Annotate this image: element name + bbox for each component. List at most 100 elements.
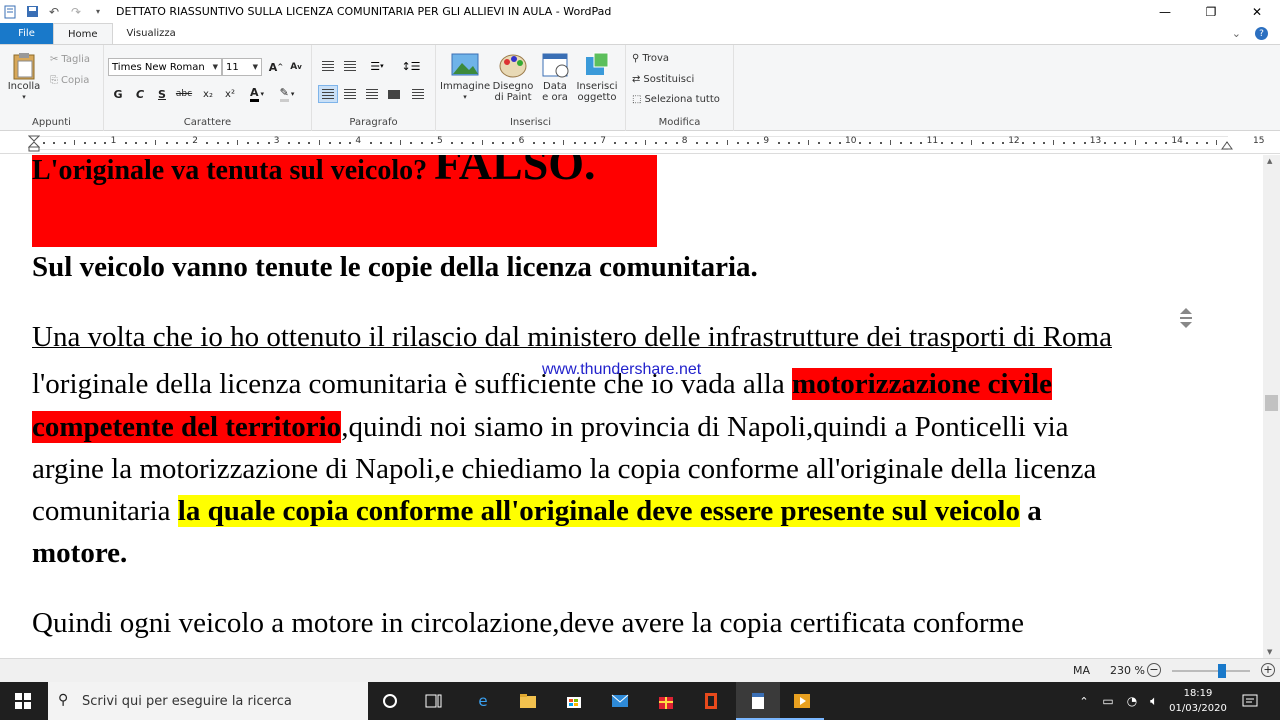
doc-line: Una volta che io ho ottenuto il rilascio… — [32, 321, 1112, 353]
cortana-icon[interactable] — [380, 691, 400, 711]
image-icon — [450, 51, 480, 79]
mail-icon[interactable] — [610, 691, 630, 711]
ruler-tick — [645, 140, 646, 145]
wifi-icon[interactable]: ◔ — [1122, 691, 1142, 711]
ruler-tick — [73, 140, 75, 145]
cut-label: Taglia — [61, 54, 91, 65]
decrease-indent-button[interactable] — [318, 57, 338, 75]
shrink-font-button[interactable]: Av — [286, 58, 306, 76]
underline-button[interactable]: S — [152, 85, 172, 103]
strikethrough-button[interactable]: abc — [174, 85, 194, 103]
taskbar-search[interactable]: ⚲ Scrivi qui per eseguire la ricerca — [48, 682, 368, 720]
close-button[interactable]: ✕ — [1234, 0, 1280, 23]
find-button[interactable]: ⚲ Trova — [632, 53, 669, 64]
doc-line: comunitaria la quale copia conforme all'… — [32, 490, 1042, 532]
redo-icon[interactable]: ↷ — [68, 4, 84, 20]
zoom-out-button[interactable]: − — [1147, 663, 1161, 677]
line-spacing-button[interactable]: ↕☰ — [398, 57, 424, 75]
restore-button[interactable]: ❐ — [1188, 0, 1234, 23]
ruler-tick — [981, 142, 984, 144]
windows-start-icon[interactable] — [13, 691, 33, 711]
zoom-in-button[interactable]: + — [1261, 663, 1275, 677]
group-edit: ⚲ Trova ⇄ Sostituisci ⬚ Seleziona tutto Mod… — [626, 45, 734, 131]
clipboard-icon — [9, 51, 39, 80]
binoculars-icon: ⚲ — [632, 53, 640, 64]
paste-dropdown-icon[interactable]: ▾ — [4, 92, 44, 103]
tab-view[interactable]: Visualizza — [113, 23, 190, 44]
scroll-down-icon[interactable]: ▼ — [1267, 648, 1272, 656]
ruler-number: 14 — [1171, 136, 1183, 146]
ruler-tick — [1114, 142, 1117, 144]
font-size-select[interactable]: 11 ▼ — [222, 58, 262, 76]
group-font: Times New Roman ▼ 11 ▼ A ^ Av G C S abc x₂ … — [104, 45, 312, 131]
doc-text-span: ,quindi noi siamo in provincia di Napoli… — [341, 411, 1069, 443]
scroll-thumb[interactable] — [1265, 395, 1278, 411]
object-label-1: Inserisci — [576, 81, 618, 92]
wordpad-app-icon[interactable] — [2, 4, 18, 20]
ruler-tick — [777, 142, 780, 144]
task-view-icon[interactable] — [424, 691, 444, 711]
customize-qat-icon[interactable]: ▾ — [90, 4, 106, 20]
bold-button[interactable]: G — [108, 85, 128, 103]
network-icon[interactable]: ▭ — [1098, 691, 1118, 711]
grow-font-button[interactable]: A ^ — [266, 58, 286, 76]
subscript-button[interactable]: x₂ — [198, 85, 218, 103]
select-all-button[interactable]: ⬚ Seleziona tutto — [632, 94, 720, 105]
ruler[interactable]: 1 2 3 4 5 6 7 8 9 10 11 12 13 14 15 — [0, 132, 1280, 154]
notifications-icon[interactable] — [1240, 691, 1260, 711]
taskbar-wordpad-active[interactable] — [736, 682, 780, 720]
justify-button[interactable] — [384, 85, 404, 103]
bullets-button[interactable]: ☰ ▾ — [364, 57, 390, 75]
superscript-button[interactable]: x² — [220, 85, 240, 103]
show-hidden-icons[interactable]: ⌃ — [1074, 691, 1094, 711]
paint-drawing-button[interactable]: Disegno di Paint — [490, 51, 536, 103]
paragraph-settings-button[interactable] — [408, 85, 428, 103]
highlight-color-button[interactable]: ✎ ▾ — [274, 85, 300, 103]
zoom-slider[interactable] — [1172, 670, 1250, 672]
clock[interactable]: 18:19 01/03/2020 — [1168, 686, 1228, 716]
tab-file[interactable]: File — [0, 23, 53, 44]
ruler-tick — [471, 142, 474, 144]
increase-indent-button[interactable] — [340, 57, 360, 75]
taskbar: ⚲ Scrivi qui per eseguire la ricerca e ⌃… — [0, 682, 1280, 720]
document-area[interactable]: L'originale va tenuta sul veicolo? FALSO… — [0, 155, 1263, 658]
ruler-tick — [328, 142, 331, 144]
edge-icon[interactable]: e — [473, 691, 493, 711]
store-icon[interactable] — [564, 691, 584, 711]
scroll-up-icon[interactable]: ▲ — [1267, 157, 1272, 165]
undo-icon[interactable]: ↶ — [46, 4, 62, 20]
ruler-number: 2 — [192, 136, 198, 146]
zoom-slider-thumb[interactable] — [1218, 664, 1226, 678]
tab-home[interactable]: Home — [53, 23, 113, 44]
align-left-button[interactable] — [318, 85, 338, 103]
copy-button[interactable]: ⎘ Copia — [50, 75, 89, 86]
minimize-button[interactable]: — — [1142, 0, 1188, 23]
ruler-number: 12 — [1008, 136, 1020, 146]
ruler-tick — [951, 142, 953, 144]
date-time-button[interactable]: Data e ora — [536, 51, 574, 103]
align-center-button[interactable] — [340, 85, 360, 103]
save-icon[interactable] — [24, 4, 40, 20]
ribbon-collapse-icon[interactable]: ⌄ — [1232, 27, 1241, 40]
right-indent-marker-icon[interactable] — [1221, 140, 1233, 150]
file-explorer-icon[interactable] — [518, 691, 538, 711]
paint-label-2: di Paint — [494, 92, 532, 103]
font-color-button[interactable]: A ▾ — [244, 85, 270, 103]
paste-button[interactable]: Incolla ▾ — [4, 51, 44, 103]
ruler-number: 7 — [600, 136, 606, 146]
taskbar-recorder-app[interactable] — [780, 682, 824, 720]
insert-object-button[interactable]: Inserisci oggetto — [574, 51, 620, 103]
vertical-scrollbar[interactable]: ▲ ▼ — [1263, 155, 1280, 658]
gift-app-icon[interactable] — [656, 691, 676, 711]
insert-image-button[interactable]: Immagine ▾ — [440, 51, 490, 103]
replace-button[interactable]: ⇄ Sostituisci — [632, 74, 694, 85]
volume-icon[interactable]: 🔈︎ — [1144, 691, 1164, 711]
font-family-select[interactable]: Times New Roman ▼ — [108, 58, 222, 76]
indent-marker-icon[interactable] — [28, 135, 40, 153]
italic-button[interactable]: C — [130, 85, 150, 103]
align-right-button[interactable] — [362, 85, 382, 103]
help-icon[interactable]: ? — [1255, 27, 1268, 40]
ribbon: Incolla ▾ ✂ Taglia ⎘ Copia Appunti Times… — [0, 44, 1280, 131]
cut-button[interactable]: ✂ Taglia — [50, 54, 90, 65]
office-icon[interactable] — [701, 691, 721, 711]
